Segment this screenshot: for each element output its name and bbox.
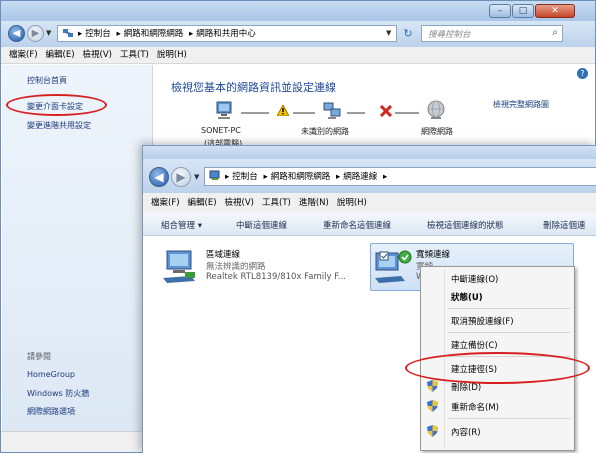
connection-name: 區域連線: [206, 250, 241, 260]
menu-edit[interactable]: 編輯(E): [188, 193, 217, 213]
maximize-button[interactable]: □: [512, 4, 534, 18]
menu-help[interactable]: 說明(H): [337, 193, 367, 213]
address-bar[interactable]: ▸ 控制台 ▸ 網路和網際網路 ▸ 網路連線 ▸: [204, 167, 596, 186]
connection-adapter: Realtek RTL8139/810x Family F...: [206, 272, 346, 282]
highlight-oval-create-shortcut: [405, 352, 590, 384]
menu-view[interactable]: 檢視(V): [225, 193, 254, 213]
breadcrumb-item[interactable]: 控制台: [85, 29, 111, 39]
menu-item-cancel-default[interactable]: 取消預設連線(F): [451, 315, 514, 327]
broadband-icon: [375, 250, 412, 283]
menu-item-disconnect[interactable]: 中斷連線(O): [451, 273, 498, 285]
see-full-map-link[interactable]: 檢視完整網路圖: [493, 99, 549, 110]
search-input[interactable]: 搜尋控制台 ⌕: [421, 25, 563, 42]
menu-tools[interactable]: 工具(T): [120, 47, 149, 63]
warning-icon: [277, 105, 289, 116]
menu-item-rename[interactable]: 重新命名(M): [451, 401, 499, 413]
menu-edit[interactable]: 編輯(E): [46, 47, 75, 63]
menu-separator: [448, 418, 570, 419]
back-button[interactable]: ◀: [149, 167, 169, 187]
recent-pages-dropdown[interactable]: ▼: [46, 29, 51, 37]
connection-line: [395, 112, 419, 114]
rename-connection-button[interactable]: 重新命名這個連線: [323, 219, 391, 231]
menu-file[interactable]: 檔案(F): [9, 47, 38, 63]
organize-button[interactable]: 組合管理 ▾: [161, 219, 202, 231]
forward-button[interactable]: ▶: [27, 25, 44, 42]
address-bar[interactable]: ▸ 控制台 ▸ 網路和網際網路 ▸ 網路和共用中心 ▼: [57, 25, 397, 42]
menu-item-create-copy[interactable]: 建立備份(C): [451, 339, 498, 351]
uac-shield-icon: [427, 425, 438, 437]
delete-connection-button[interactable]: 刪除這個連: [543, 219, 586, 231]
connection-line: [347, 112, 365, 114]
unidentified-network-icon: [323, 102, 341, 119]
computer-icon: [216, 101, 232, 119]
page-title: 檢視您基本的網路資訊並設定連線: [171, 81, 336, 94]
breadcrumb-item[interactable]: 網路和共用中心: [196, 29, 256, 39]
address-row: ◀ ▶ ▼ ▸ 控制台 ▸ 網路和網際網路 ▸ 網路和共用中心 ▼ ↻ 搜尋控制台 ⌕: [1, 21, 595, 47]
menu-bar: 檔案(F) 編輯(E) 檢視(V) 工具(T) 進階(N) 說明(H): [143, 193, 596, 214]
see-also-title: 請參閱: [27, 352, 51, 361]
internet-label: 網際網路: [421, 127, 453, 136]
connection-line: [241, 112, 269, 114]
title-bar: – □ ✕: [1, 1, 595, 21]
uac-shield-icon: [427, 380, 438, 392]
breadcrumb-item[interactable]: 網路和網際網路: [124, 29, 184, 39]
unidentified-network-label: 未識別的網路: [301, 127, 349, 136]
breadcrumb-item[interactable]: 網路和網際網路: [271, 172, 331, 182]
menu-help[interactable]: 說明(H): [157, 47, 187, 63]
control-panel-home-link[interactable]: 控制台首頁: [27, 75, 67, 86]
menu-tools[interactable]: 工具(T): [262, 193, 291, 213]
network-connections-icon: [209, 170, 220, 180]
minimize-button[interactable]: –: [489, 4, 511, 18]
uac-shield-icon: [427, 400, 438, 412]
search-icon[interactable]: ⌕: [552, 27, 558, 38]
address-row: ◀ ▶ ▼ ▸ 控制台 ▸ 網路和網際網路 ▸ 網路連線 ▸: [143, 159, 596, 193]
network-icon: [63, 29, 73, 37]
breadcrumb-item[interactable]: 控制台: [232, 172, 258, 182]
command-bar: 組合管理 ▾ 中斷這個連線 重新命名這個連線 檢視這個連線的狀態 刪除這個連: [143, 213, 596, 236]
internet-options-link[interactable]: 網際網路選項: [27, 406, 75, 417]
connection-line: [293, 112, 315, 114]
recent-pages-dropdown[interactable]: ▼: [194, 173, 199, 181]
disconnected-x-icon: [380, 105, 392, 117]
change-advanced-sharing-link[interactable]: 變更進階共用設定: [27, 120, 91, 131]
title-bar: [143, 146, 596, 159]
homegroup-link[interactable]: HomeGroup: [27, 370, 75, 379]
refresh-icon[interactable]: ↻: [398, 25, 418, 42]
left-task-pane: 控制台首頁 變更介面卡設定 變更進階共用設定 請參閱 HomeGroup Win…: [2, 65, 153, 432]
local-area-connection-item[interactable]: 區域連線 無法辨識的網路 Realtek RTL8139/810x Family…: [161, 246, 361, 290]
menu-separator: [448, 308, 570, 309]
breadcrumb-item[interactable]: 網路連線: [343, 172, 377, 182]
search-placeholder: 搜尋控制台: [428, 30, 471, 40]
windows-firewall-link[interactable]: Windows 防火牆: [27, 388, 89, 399]
menu-item-properties[interactable]: 內容(R): [451, 426, 481, 438]
menu-item-status[interactable]: 狀態(U): [451, 291, 483, 303]
view-status-button[interactable]: 檢視這個連線的狀態: [427, 219, 504, 231]
network-adapter-icon: [163, 250, 195, 283]
breadcrumb: ▸ 控制台 ▸ 網路和網際網路 ▸ 網路和共用中心: [78, 29, 256, 39]
network-connections-window: ◀ ▶ ▼ ▸ 控制台 ▸ 網路和網際網路 ▸ 網路連線 ▸ 檔案(F) 編輯(E) 檢視…: [142, 145, 596, 453]
forward-button[interactable]: ▶: [171, 167, 191, 187]
menu-separator: [448, 332, 570, 333]
menu-file[interactable]: 檔案(F): [151, 193, 180, 213]
connection-name: 寬頻連線: [416, 250, 451, 260]
back-button[interactable]: ◀: [8, 25, 25, 42]
close-button[interactable]: ✕: [535, 4, 575, 18]
computer-label: SONET-PC: [201, 126, 241, 135]
help-icon[interactable]: ?: [577, 68, 588, 79]
menu-advanced[interactable]: 進階(N): [299, 193, 329, 213]
breadcrumb: ▸ 控制台 ▸ 網路和網際網路 ▸ 網路連線 ▸: [225, 172, 388, 182]
menu-bar: 檔案(F) 編輯(E) 檢視(V) 工具(T) 說明(H): [1, 47, 595, 64]
connection-status: 無法辨識的網路: [206, 262, 266, 272]
disable-connection-button[interactable]: 中斷這個連線: [236, 219, 287, 231]
globe-icon: [427, 100, 445, 119]
address-dropdown-icon[interactable]: ▼: [386, 29, 391, 37]
menu-view[interactable]: 檢視(V): [83, 47, 112, 63]
highlight-oval-adapter-settings: [6, 94, 107, 116]
